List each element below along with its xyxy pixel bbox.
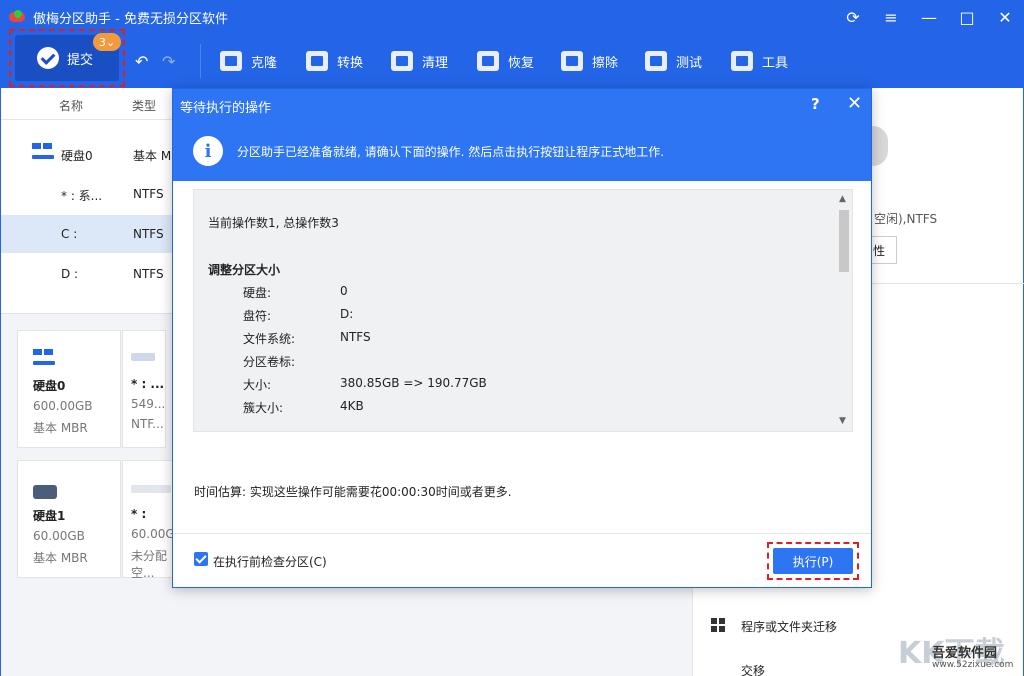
minimize-icon[interactable]: — <box>910 0 948 34</box>
detail-value: 0 <box>340 284 348 298</box>
commit-button[interactable]: 提交 3 ⌄ <box>15 33 121 81</box>
close-icon[interactable]: ✕ <box>986 0 1024 34</box>
check-partition-checkbox[interactable] <box>194 552 208 566</box>
disk-size: 600.00GB <box>33 399 93 413</box>
next-link[interactable]: 交移 <box>741 662 765 676</box>
tools-grid-icon <box>731 51 753 71</box>
detail-key: 盘符: <box>243 309 272 323</box>
row-type: NTFS <box>133 227 164 241</box>
migrate-icon <box>711 618 725 632</box>
unallocated-card[interactable]: * : 60.00GB 未分配空... <box>122 460 183 580</box>
watermark-url: www.52zixue.com <box>932 660 1014 670</box>
partition-bar <box>131 485 171 493</box>
tool-convert-button[interactable]: 转换 <box>306 46 363 76</box>
disk-card-disk1[interactable]: 硬盘1 60.00GB 基本 MBR <box>17 460 121 578</box>
dialog-close-icon[interactable]: ✕ <box>847 93 862 114</box>
detail-key: 簇大小: <box>243 401 284 415</box>
disk-title: 硬盘0 <box>33 379 66 393</box>
convert-icon <box>306 51 328 71</box>
migrate-link[interactable]: 程序或文件夹迁移 <box>741 618 837 635</box>
scroll-thumb[interactable] <box>839 210 849 272</box>
disk-kind: 基本 MBR <box>33 421 88 435</box>
menu-icon[interactable]: ≡ <box>872 0 910 34</box>
wipe-icon <box>561 51 583 71</box>
row-name: C : <box>61 227 78 241</box>
disk-kind: 基本 MBR <box>33 551 88 565</box>
col-type[interactable]: 类型 <box>132 97 156 114</box>
watermark-site: 吾爱软件园 <box>932 646 998 661</box>
commit-label: 提交 <box>67 52 94 68</box>
tool-tools-button[interactable]: 工具 <box>731 46 788 76</box>
detail-key: 大小: <box>243 378 272 392</box>
tool-clean-button[interactable]: 清理 <box>391 46 448 76</box>
row-name: 硬盘0 <box>61 149 93 163</box>
scroll-up-icon[interactable]: ▲ <box>839 194 849 204</box>
app-logo-icon <box>9 10 25 24</box>
operation-title: 调整分区大小 <box>208 263 281 277</box>
watermark: KK下载 吾爱软件园 www.52zixue.com <box>898 628 1022 674</box>
pending-operations-dialog: 等待执行的操作 ? ✕ i 分区助手已经准备就绪, 请确认下面的操作. 然后点击… <box>172 88 872 588</box>
tool-wipe-button[interactable]: 擦除 <box>561 46 618 76</box>
execute-highlight: 执行(P) <box>767 542 859 580</box>
help-icon[interactable]: ? <box>811 95 820 113</box>
col-name[interactable]: 名称 <box>59 97 83 114</box>
disk-title: 硬盘1 <box>33 509 66 523</box>
row-type: 基本 M <box>133 149 172 163</box>
partition-card[interactable]: * : ... 549... NTF... <box>122 330 166 448</box>
detail-key: 硬盘: <box>243 286 272 300</box>
tool-clone-button[interactable]: 克隆 <box>220 46 277 76</box>
vertical-scrollbar[interactable]: ▲ ▼ <box>836 190 852 431</box>
detail-value: 380.85GB => 190.77GB <box>340 376 487 390</box>
partition-bar <box>131 353 155 361</box>
partition-fs: NTF... <box>131 417 164 431</box>
dialog-footer-divider <box>173 533 871 534</box>
dialog-message: 分区助手已经准备就绪, 请确认下面的操作. 然后点击执行按钮让程序正式地工作. <box>237 145 665 159</box>
detail-value: D: <box>340 307 354 321</box>
refresh-icon[interactable]: ⟳ <box>834 0 872 34</box>
tool-recover-button[interactable]: 恢复 <box>477 46 534 76</box>
operations-summary: 当前操作数1, 总操作数3 <box>208 216 339 230</box>
dialog-header: 等待执行的操作 ? ✕ i 分区助手已经准备就绪, 请确认下面的操作. 然后点击… <box>173 89 871 181</box>
fs-info: 空闲),NTFS <box>874 212 938 226</box>
toolbar-divider <box>200 44 201 78</box>
disk-card-disk0[interactable]: 硬盘0 600.00GB 基本 MBR <box>17 330 121 448</box>
partition-label: * : ... <box>131 377 165 391</box>
partition-fs: 未分配空... <box>131 549 168 580</box>
row-name: D : <box>61 267 79 281</box>
maximize-icon[interactable]: □ <box>948 0 986 34</box>
title-bar: 傲梅分区助手 - 免费无损分区软件 ⟳ ≡ — □ ✕ <box>0 0 1024 34</box>
check-circle-icon <box>37 47 59 69</box>
detail-value: 4KB <box>340 399 364 413</box>
commit-highlight: 提交 3 ⌄ <box>9 29 125 87</box>
test-icon <box>645 51 667 71</box>
operations-list[interactable]: 当前操作数1, 总操作数3 调整分区大小 硬盘: 0 盘符: D: 文件系统: … <box>193 189 853 432</box>
disk-size: 60.00GB <box>33 529 85 543</box>
window-controls: ⟳ ≡ — □ ✕ <box>834 0 1024 34</box>
check-partition-label[interactable]: 在执行前检查分区(C) <box>213 553 327 570</box>
detail-value: NTFS <box>340 330 371 344</box>
recover-icon <box>477 51 499 71</box>
tool-test-button[interactable]: 测试 <box>645 46 702 76</box>
scroll-down-icon[interactable]: ▼ <box>839 416 849 426</box>
pending-count-badge: 3 ⌄ <box>93 33 121 51</box>
clone-icon <box>220 51 242 71</box>
partition-label: * : <box>131 507 147 521</box>
info-icon: i <box>193 136 223 166</box>
hdd-icon <box>33 485 57 499</box>
disk-icon <box>33 349 55 365</box>
dialog-title: 等待执行的操作 <box>180 101 272 116</box>
detail-key: 分区卷标: <box>243 355 296 369</box>
undo-icon[interactable]: ↶ <box>135 52 148 71</box>
detail-key: 文件系统: <box>243 332 296 346</box>
row-type: NTFS <box>133 187 164 201</box>
row-type: NTFS <box>133 267 164 281</box>
disk-icon <box>32 143 54 159</box>
execute-button[interactable]: 执行(P) <box>773 548 853 574</box>
clean-icon <box>391 51 413 71</box>
app-title: 傲梅分区助手 - 免费无损分区软件 <box>33 11 228 27</box>
partition-size: 549... <box>131 397 166 411</box>
time-estimate: 时间估算: 实现这些操作可能需要花00:00:30时间或者更多. <box>194 485 512 499</box>
redo-icon[interactable]: ↷ <box>162 52 175 71</box>
row-name: * : 系... <box>61 189 103 203</box>
